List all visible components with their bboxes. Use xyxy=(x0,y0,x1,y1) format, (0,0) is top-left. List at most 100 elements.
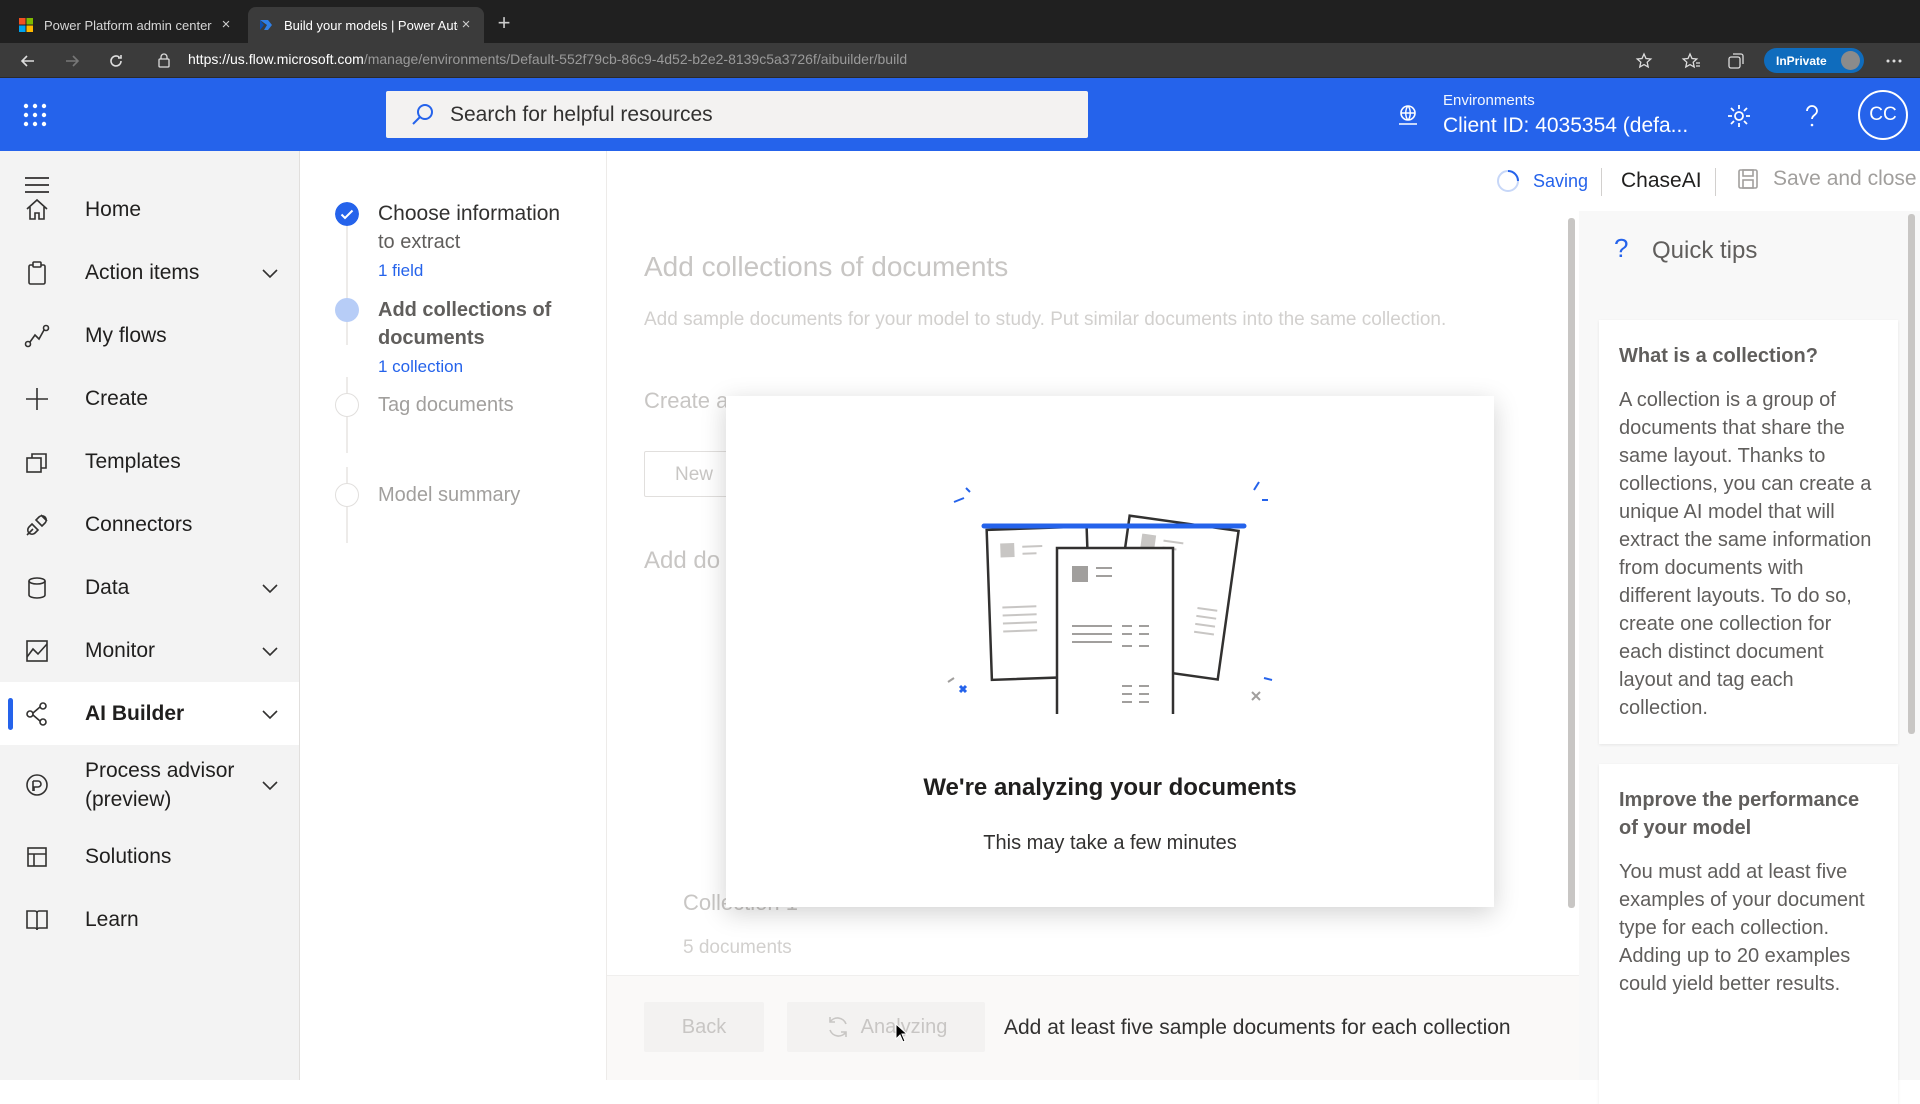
chevron-down-icon[interactable] xyxy=(260,704,280,724)
forward-arrow-icon[interactable] xyxy=(62,51,82,71)
nav-item-solutions[interactable]: Solutions xyxy=(0,825,299,888)
nav-item-templates[interactable]: Templates xyxy=(0,430,299,493)
inprivate-badge[interactable]: InPrivate xyxy=(1764,48,1864,73)
nav-item-label: Learn xyxy=(85,908,139,931)
nav-item-label: Create xyxy=(85,387,149,410)
browser-tab-strip: Power Platform admin center × Build your… xyxy=(0,0,1920,43)
back-arrow-icon[interactable] xyxy=(18,51,38,71)
step-title: Tag documents xyxy=(378,394,514,416)
nav-item-process-advisor[interactable]: Process advisor (preview) xyxy=(0,745,299,825)
command-bar: Saving ChaseAI Save and close xyxy=(607,151,1920,211)
user-avatar[interactable]: CC xyxy=(1858,90,1908,140)
environment-globe-icon[interactable] xyxy=(1396,103,1420,127)
tab-title: Power Platform admin center xyxy=(44,17,212,33)
nav-item-label: Connectors xyxy=(85,513,193,536)
connector-icon xyxy=(26,513,48,536)
chevron-down-icon[interactable] xyxy=(260,263,280,283)
nav-item-label: Templates xyxy=(85,450,181,473)
templates-icon xyxy=(26,452,47,473)
chevron-down-icon[interactable] xyxy=(260,578,280,598)
nav-item-label: My flows xyxy=(85,324,167,347)
nav-item-label: AI Builder xyxy=(85,702,185,725)
saving-status: Saving xyxy=(1495,168,1588,194)
microsoft-logo-icon xyxy=(19,18,33,32)
favorites-icon[interactable] xyxy=(1681,51,1701,71)
tip-card: What is a collection? A collection is a … xyxy=(1599,320,1898,744)
quick-tips-title: Quick tips xyxy=(1652,237,1758,264)
save-and-close-button[interactable]: Save and close xyxy=(1737,167,1917,191)
nav-item-my-flows[interactable]: My flows xyxy=(0,304,299,367)
step-title-line2: to extract xyxy=(378,231,461,253)
sync-icon xyxy=(828,1017,847,1037)
step-connector xyxy=(346,225,348,345)
step-subtitle: 1 field xyxy=(378,261,424,280)
add-favorite-icon[interactable] xyxy=(1634,51,1654,71)
save-icon xyxy=(1738,169,1758,189)
search-placeholder: Search for helpful resources xyxy=(450,102,713,126)
divider xyxy=(1601,168,1602,196)
lock-icon[interactable] xyxy=(156,52,172,68)
divider xyxy=(1715,168,1716,196)
nav-item-home[interactable]: Home xyxy=(0,178,299,241)
profile-avatar xyxy=(1841,51,1860,70)
nav-item-create[interactable]: Create xyxy=(0,367,299,430)
close-tab-icon[interactable]: × xyxy=(218,17,234,33)
nav-item-label: Action items xyxy=(85,261,200,284)
nav-item-learn[interactable]: Learn xyxy=(0,888,299,951)
mouse-cursor-icon xyxy=(895,1023,909,1043)
chevron-down-icon[interactable] xyxy=(260,775,280,795)
tip-heading: Improve the performance of your model xyxy=(1619,789,1860,839)
browser-tab-admin-center[interactable]: Power Platform admin center × xyxy=(8,7,244,43)
tab-title: Build your models | Power Automate xyxy=(284,17,458,33)
nav-item-monitor[interactable]: Monitor xyxy=(0,619,299,682)
nav-item-label: Data xyxy=(85,576,130,599)
tip-card: Improve the performance of your model Yo… xyxy=(1599,764,1898,1104)
footer-hint: Add at least five sample documents for e… xyxy=(1004,1016,1511,1039)
create-collection-heading: Create a xyxy=(644,388,729,413)
environment-label: Environments xyxy=(1443,92,1535,109)
process-advisor-icon xyxy=(26,774,48,796)
address-bar: https://us.flow.microsoft.com/manage/env… xyxy=(0,43,1920,78)
nav-item-action-items[interactable]: Action items xyxy=(0,241,299,304)
tips-scrollbar[interactable] xyxy=(1908,214,1915,734)
refresh-icon[interactable] xyxy=(106,51,126,71)
quick-tips-panel: ? Quick tips What is a collection? A col… xyxy=(1579,211,1920,1104)
help-icon[interactable] xyxy=(1799,103,1825,129)
analyze-button[interactable]: Analyzing xyxy=(787,1002,985,1052)
step-pending-dot xyxy=(335,393,359,417)
app-launcher-icon[interactable] xyxy=(22,102,48,128)
settings-gear-icon[interactable] xyxy=(1726,103,1752,129)
plus-icon xyxy=(26,387,48,410)
more-options-icon[interactable] xyxy=(1884,51,1904,71)
clipboard-icon xyxy=(28,260,46,285)
step-title: Choose information xyxy=(378,202,561,225)
main-scrollbar[interactable] xyxy=(1568,218,1575,908)
book-icon xyxy=(26,909,48,930)
back-button[interactable]: Back xyxy=(644,1002,764,1052)
solutions-icon xyxy=(27,846,47,867)
nav-item-label: Monitor xyxy=(85,639,156,662)
collections-icon[interactable] xyxy=(1726,51,1746,71)
browser-tab-build-models[interactable]: Build your models | Power Automate × xyxy=(248,7,484,43)
url-field[interactable]: https://us.flow.microsoft.com/manage/env… xyxy=(188,51,907,67)
chevron-down-icon[interactable] xyxy=(260,641,280,661)
close-tab-icon[interactable]: × xyxy=(458,17,474,33)
left-navigation: Home Action items My flows Create Templa… xyxy=(0,151,300,1080)
app-header: Search for helpful resources Environment… xyxy=(0,78,1920,151)
flow-icon xyxy=(24,324,50,347)
url-path: /manage/environments/Default-552f79cb-86… xyxy=(363,51,908,67)
nav-item-ai-builder[interactable]: AI Builder xyxy=(0,682,299,745)
nav-item-data[interactable]: Data xyxy=(0,556,299,619)
environment-selector[interactable]: Client ID: 4035354 (defa... xyxy=(1443,114,1688,138)
url-host: https://us.flow.microsoft.com xyxy=(188,51,364,67)
search-input[interactable]: Search for helpful resources xyxy=(386,91,1088,138)
save-and-close-label: Save and close xyxy=(1773,167,1917,190)
spinner-icon xyxy=(1497,170,1519,192)
model-name[interactable]: ChaseAI xyxy=(1621,169,1702,193)
checkmark-icon xyxy=(335,202,359,226)
home-icon xyxy=(26,198,48,220)
documents-illustration xyxy=(947,481,1273,714)
new-tab-icon[interactable]: + xyxy=(494,12,514,34)
nav-item-connectors[interactable]: Connectors xyxy=(0,493,299,556)
page-description: Add sample documents for your model to s… xyxy=(644,309,1447,330)
